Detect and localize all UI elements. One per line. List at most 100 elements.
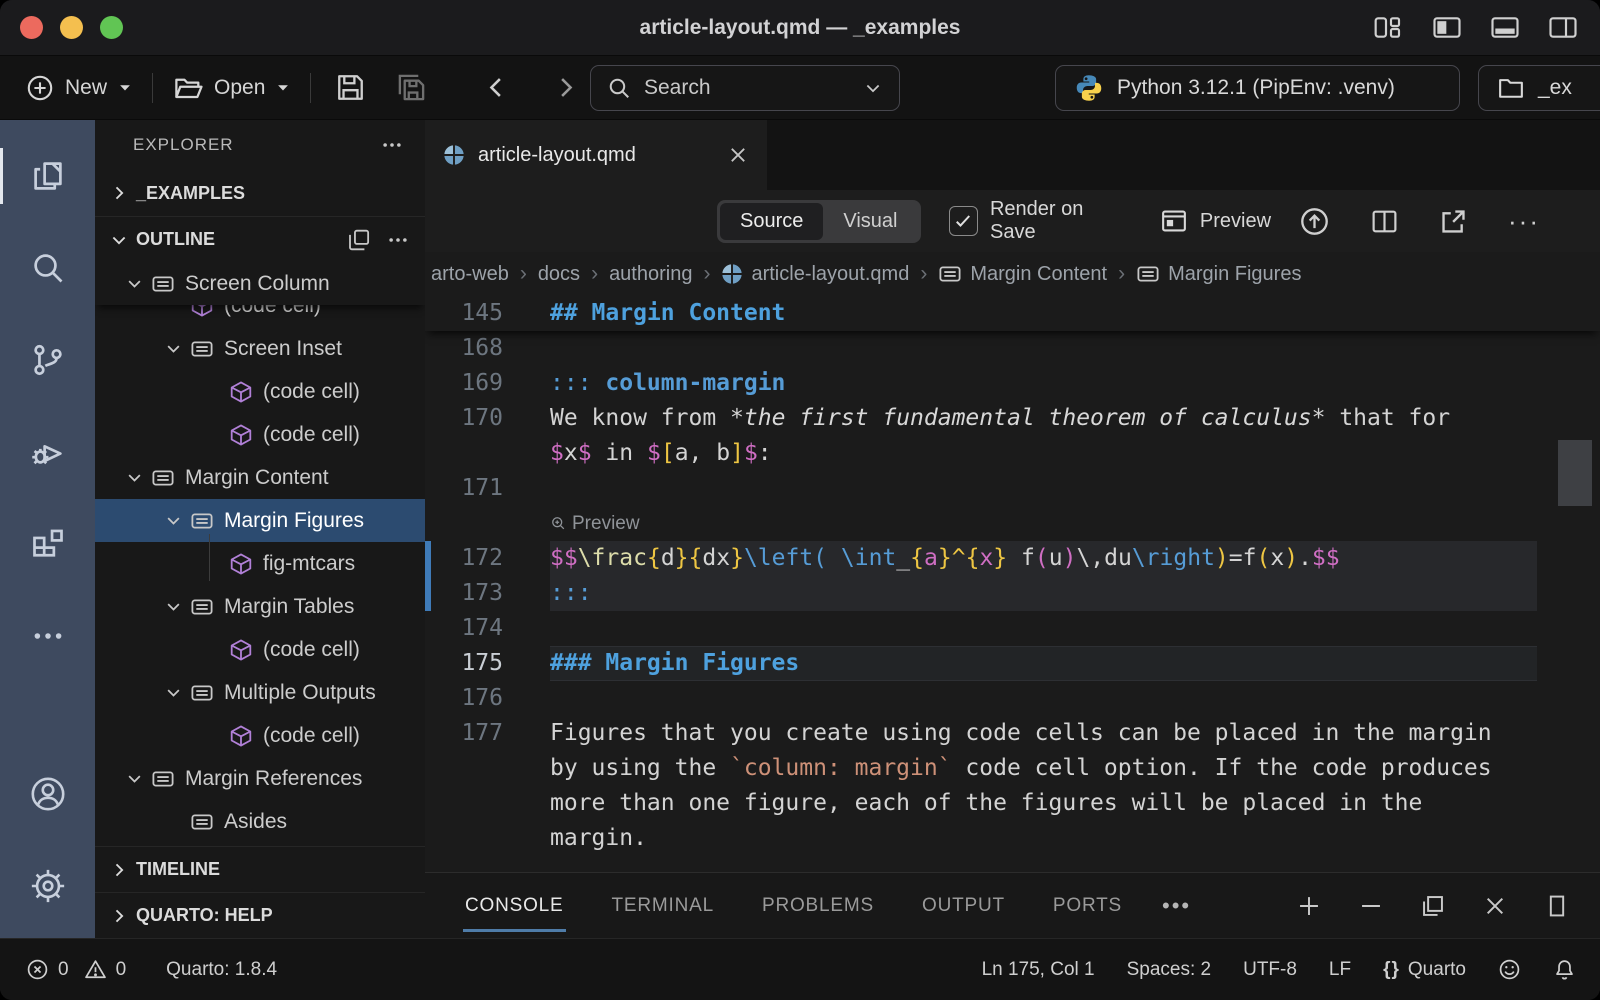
render-circle-up-icon[interactable] [1299,206,1330,237]
code-line[interactable]: 175### Margin Figures [425,646,1600,681]
activity-source-control-icon[interactable] [0,314,95,406]
outline-item-margin-tables[interactable]: Margin Tables [95,585,425,628]
tab-article-layout[interactable]: article-layout.qmd [425,120,767,190]
open-external-icon[interactable] [1439,207,1468,236]
code-line[interactable]: 177Figures that you create using code ce… [425,716,1600,751]
outline-more-icon[interactable] [387,229,409,251]
status-item-bell-icon[interactable] [1553,958,1576,981]
outline-item-screen-column[interactable]: Screen Column [95,262,425,305]
close-tab-icon[interactable] [727,144,749,166]
status-item-quarto[interactable]: {}Quarto [1383,959,1466,981]
code-line[interactable]: 176 [425,681,1600,716]
chevron-down-icon[interactable] [164,597,190,616]
code-line[interactable]: $x$ in $[a, b]$: [425,436,1600,471]
navigate-forward-button[interactable] [542,74,589,101]
status-item-utf-8[interactable]: UTF-8 [1243,959,1297,981]
sidebar-section-quarto-help[interactable]: QUARTO: HELP [95,892,425,938]
panel-plus-icon[interactable] [1296,893,1322,919]
outline-item-code-cell[interactable]: (code cell) [95,305,425,327]
outline-item-margin-content[interactable]: Margin Content [95,456,425,499]
breadcrumb-item[interactable]: Margin Figures [1136,262,1301,286]
chevron-down-icon[interactable] [164,511,190,530]
breadcrumb-item[interactable]: authoring [609,263,692,286]
sticky-scroll-line[interactable]: 145## Margin Content [425,296,1600,331]
panel-tab-output[interactable]: OUTPUT [922,895,1005,917]
render-on-save-control[interactable]: Render on Save [949,198,1132,244]
minimize-window-button[interactable] [60,16,83,39]
panel-tab-problems[interactable]: PROBLEMS [762,895,874,917]
code-line[interactable]: margin. [425,821,1600,856]
chevron-down-icon[interactable] [164,683,190,702]
settings-gear-icon[interactable] [0,840,95,932]
outline-item-screen-inset[interactable]: Screen Inset [95,327,425,370]
activity-more-icon[interactable] [0,590,95,682]
open-button[interactable]: Open [167,73,296,103]
panel-tab-ports[interactable]: PORTS [1053,895,1122,917]
explorer-more-icon[interactable] [381,134,403,156]
panel-restore-icon[interactable] [1420,893,1446,919]
project-selector[interactable]: _ex [1478,65,1600,111]
source-mode-button[interactable]: Source [720,203,823,240]
chevron-down-icon[interactable] [125,274,151,293]
code-line[interactable]: 169::: column-margin [425,366,1600,401]
outline-item-code-cell[interactable]: (code cell) [95,714,425,757]
code-line[interactable]: 171 [425,471,1600,506]
checkbox-checked-icon[interactable] [949,206,978,236]
outline-item-margin-figures[interactable]: Margin Figures [95,499,425,542]
status-item-ln-175-col-1[interactable]: Ln 175, Col 1 [982,959,1095,981]
outline-item-margin-references[interactable]: Margin References [95,757,425,800]
account-icon[interactable] [0,748,95,840]
status-item-spaces-2[interactable]: Spaces: 2 [1127,959,1212,981]
breadcrumb-item[interactable]: article-layout.qmd [721,263,909,286]
code-line[interactable]: by using the `column: margin` code cell … [425,751,1600,786]
search-input[interactable]: Search [590,65,900,111]
outline-item-code-cell[interactable]: (code cell) [95,628,425,671]
toggle-right-sidebar-icon[interactable] [1548,14,1578,41]
panel-position-icon[interactable] [1544,893,1570,919]
chevron-down-icon[interactable] [125,468,151,487]
chevron-down-icon[interactable] [125,769,151,788]
breadcrumb-item[interactable]: docs [538,263,580,286]
activity-explorer-icon[interactable] [0,130,95,222]
status-item-lf[interactable]: LF [1329,959,1351,981]
save-button[interactable] [325,72,376,103]
code-line[interactable]: 172$$\frac{d}{dx}\left( \int_{a}^{x} f(u… [425,541,1600,576]
activity-run-debug-icon[interactable] [0,406,95,498]
close-window-button[interactable] [20,16,43,39]
save-all-button[interactable] [386,72,437,103]
outline-item-code-cell[interactable]: (code cell) [95,413,425,456]
outline-item-fig-mtcars[interactable]: fig-mtcars [95,542,425,585]
panel-close-icon[interactable] [1482,893,1508,919]
chevron-down-icon[interactable] [164,339,190,358]
editor-more-icon[interactable]: ··· [1508,216,1540,226]
toggle-panel-icon[interactable] [1490,14,1520,41]
sidebar-section-timeline[interactable]: TIMELINE [95,846,425,892]
code-line[interactable]: 173::: [425,576,1600,611]
quarto-version-status[interactable]: Quarto: 1.8.4 [166,959,277,981]
status-item-smiley-icon[interactable] [1498,958,1521,981]
code-line[interactable]: 168 [425,331,1600,366]
panel-tab-terminal[interactable]: TERMINAL [612,895,714,917]
new-button[interactable]: New [20,74,138,102]
customize-layout-icon[interactable] [1374,14,1404,41]
outline-item-multiple-outputs[interactable]: Multiple Outputs [95,671,425,714]
chevron-down-icon[interactable] [863,78,883,98]
panel-tab-console[interactable]: CONSOLE [465,895,564,917]
code-line[interactable]: 145## Margin Content [425,296,848,331]
code-lens-row[interactable]: Preview [425,506,1600,541]
outline-item-code-cell[interactable]: (code cell) [95,370,425,413]
outline-item-asides[interactable]: Asides [95,800,425,843]
code-line[interactable]: 174 [425,611,1600,646]
navigate-back-button[interactable] [473,74,520,101]
panel-more-icon[interactable]: ••• [1162,902,1191,910]
preview-code-lens[interactable]: Preview [550,506,1537,541]
interpreter-selector[interactable]: Python 3.12.1 (PipEnv: .venv) [1055,65,1460,111]
breadcrumb-item[interactable]: arto-web [431,263,509,286]
zoom-window-button[interactable] [100,16,123,39]
preview-button[interactable]: Preview [1160,207,1271,235]
sidebar-section-outline[interactable]: OUTLINE [95,216,425,262]
panel-minimize-icon[interactable] [1358,893,1384,919]
code-line[interactable]: 170We know from *the first fundamental t… [425,401,1600,436]
sidebar-section-examples[interactable]: _EXAMPLES [95,170,425,216]
split-editor-icon[interactable] [1370,207,1399,236]
